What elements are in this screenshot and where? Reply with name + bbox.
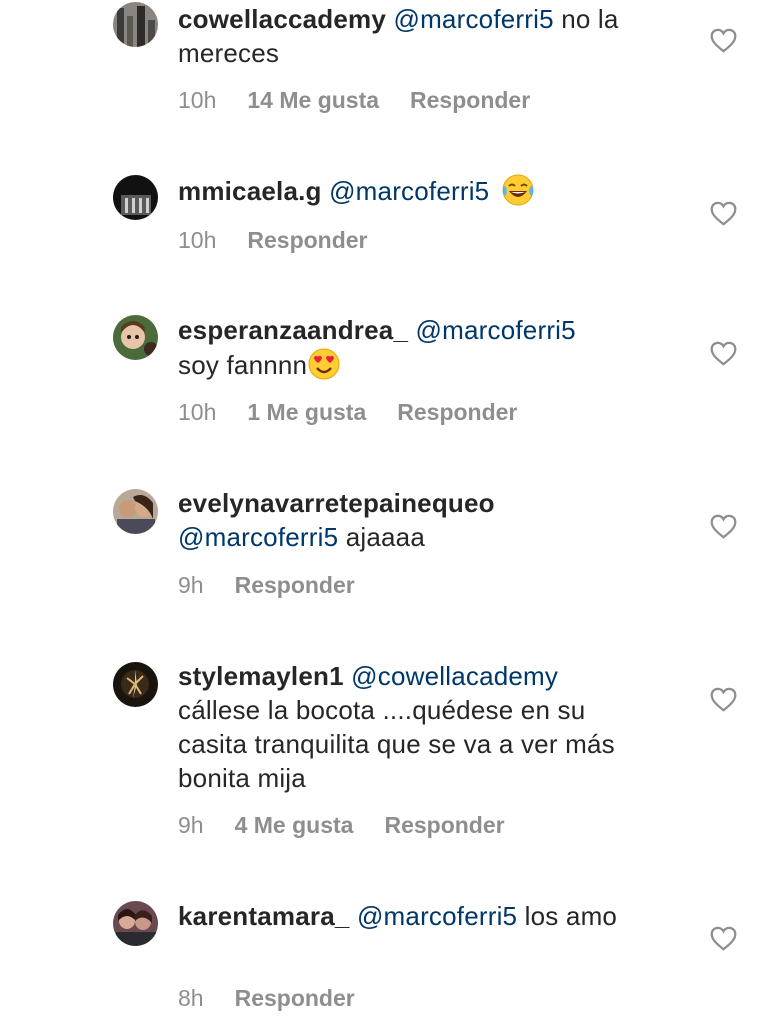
comment-time: 9h bbox=[178, 572, 204, 598]
avatar[interactable] bbox=[113, 315, 158, 360]
avatar[interactable] bbox=[113, 489, 158, 534]
comment-time: 8h bbox=[178, 985, 204, 1011]
reply-button[interactable]: Responder bbox=[247, 227, 367, 253]
comment-username[interactable]: evelynavarretepainequeo bbox=[178, 488, 495, 518]
reply-button[interactable]: Responder bbox=[397, 399, 517, 425]
heart-outline-icon[interactable] bbox=[710, 28, 737, 53]
comment-text: karentamara_ @marcoferri5 los amo bbox=[178, 899, 678, 933]
heart-outline-icon[interactable] bbox=[710, 201, 737, 226]
comment-username[interactable]: cowellaccademy bbox=[178, 4, 386, 34]
comment-text: cowellaccademy @marcoferri5 no la merece… bbox=[178, 2, 678, 70]
comment-meta: 10h Responder bbox=[178, 227, 399, 254]
smiling-face-with-heart-eyes-icon bbox=[308, 348, 340, 380]
comment-time: 9h bbox=[178, 812, 204, 838]
comment-time: 10h bbox=[178, 227, 217, 253]
comment-likes[interactable]: 14 Me gusta bbox=[247, 87, 379, 113]
avatar[interactable] bbox=[113, 901, 158, 946]
comment-mention[interactable]: @marcoferri5 bbox=[357, 901, 517, 931]
comment-mention[interactable]: @marcoferri5 bbox=[393, 4, 553, 34]
heart-outline-icon[interactable] bbox=[710, 687, 737, 712]
face-with-tears-of-joy-icon bbox=[502, 174, 534, 206]
comment-text: stylemaylen1 @cowellacademy cállese la b… bbox=[178, 659, 678, 795]
comment-username[interactable]: esperanzaandrea_ bbox=[178, 315, 408, 345]
heart-outline-icon[interactable] bbox=[710, 514, 737, 539]
heart-outline-icon[interactable] bbox=[710, 341, 737, 366]
comment-meta: 8h Responder bbox=[178, 985, 386, 1012]
comment-meta: 10h 1 Me gusta Responder bbox=[178, 399, 548, 426]
heart-outline-icon[interactable] bbox=[710, 926, 737, 951]
comment-likes[interactable]: 4 Me gusta bbox=[235, 812, 354, 838]
comment-text: mmicaela.g @marcoferri5 bbox=[178, 173, 678, 208]
reply-button[interactable]: Responder bbox=[384, 812, 504, 838]
comment-body: ajaaaa bbox=[338, 522, 425, 552]
comment-time: 10h bbox=[178, 399, 217, 425]
comment-mention[interactable]: @marcoferri5 bbox=[329, 176, 489, 206]
comment-body: los amo bbox=[517, 901, 618, 931]
comment-meta: 9h Responder bbox=[178, 572, 386, 599]
avatar[interactable] bbox=[113, 175, 158, 220]
reply-button[interactable]: Responder bbox=[410, 87, 530, 113]
comment-username[interactable]: karentamara_ bbox=[178, 901, 350, 931]
comment-meta: 10h 14 Me gusta Responder bbox=[178, 87, 561, 114]
reply-button[interactable]: Responder bbox=[235, 572, 355, 598]
avatar[interactable] bbox=[113, 2, 158, 47]
comment-body: soy fannnn bbox=[178, 350, 308, 380]
comment-mention[interactable]: @cowellacademy bbox=[351, 661, 558, 691]
avatar[interactable] bbox=[113, 662, 158, 707]
comment-username[interactable]: mmicaela.g bbox=[178, 176, 322, 206]
comment-text: evelynavarretepainequeo @marcoferri5 aja… bbox=[178, 486, 678, 554]
comment-mention[interactable]: @marcoferri5 bbox=[178, 522, 338, 552]
comment-username[interactable]: stylemaylen1 bbox=[178, 661, 344, 691]
comment-body: cállese la bocota ....quédese en su casi… bbox=[178, 695, 615, 793]
comment-meta: 9h 4 Me gusta Responder bbox=[178, 812, 536, 839]
reply-button[interactable]: Responder bbox=[235, 985, 355, 1011]
comment-time: 10h bbox=[178, 87, 217, 113]
comment-text: esperanzaandrea_ @marcoferri5 soy fannnn bbox=[178, 313, 678, 382]
comment-likes[interactable]: 1 Me gusta bbox=[247, 399, 366, 425]
comment-mention[interactable]: @marcoferri5 bbox=[416, 315, 576, 345]
